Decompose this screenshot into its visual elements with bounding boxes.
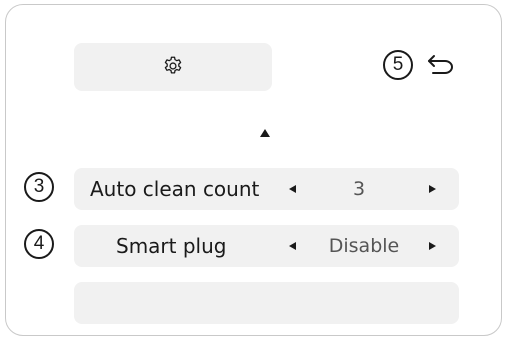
smart-plug-increase-icon[interactable] [429,242,436,250]
auto-clean-count-increase-icon[interactable] [429,185,436,193]
auto-clean-count-value: 3 [352,178,366,200]
callout-marker-auto-clean: 3 [24,172,54,202]
smart-plug-decrease-icon[interactable] [289,242,296,250]
auto-clean-count-label: Auto clean count [90,177,260,201]
auto-clean-count-decrease-icon[interactable] [289,185,296,193]
empty-settings-row[interactable] [74,282,459,324]
auto-clean-count-row[interactable]: Auto clean count 3 [74,168,459,210]
smart-plug-label: Smart plug [116,234,227,258]
callout-marker-back: 5 [383,50,413,80]
scroll-up-arrow-icon[interactable] [260,129,270,137]
settings-panel: 5 3 Auto clean count 3 4 Smart plug Disa… [5,4,502,336]
gear-icon [164,56,182,74]
settings-button[interactable] [74,43,272,91]
callout-marker-smart-plug: 4 [24,229,54,259]
smart-plug-value: Disable [328,235,400,257]
smart-plug-row[interactable]: Smart plug Disable [74,225,459,267]
back-arrow-icon[interactable] [426,53,456,77]
